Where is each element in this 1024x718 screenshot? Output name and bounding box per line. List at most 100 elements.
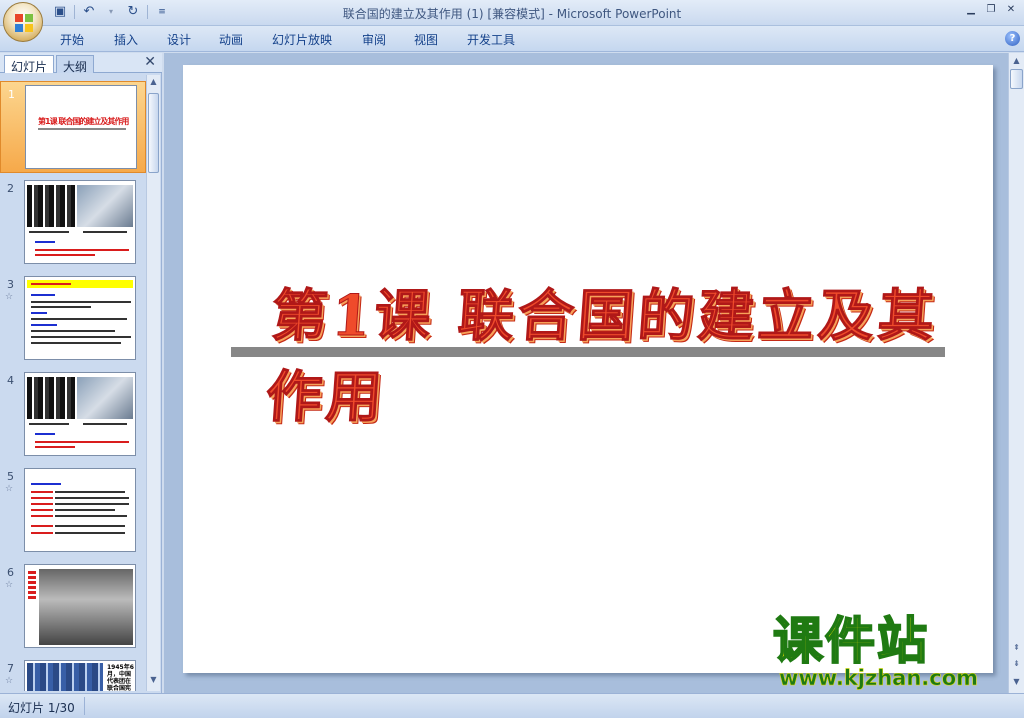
slide-number: 6 xyxy=(7,566,14,579)
office-button[interactable] xyxy=(3,2,43,42)
thumbnail-text-line xyxy=(31,483,61,485)
slide-thumbnail[interactable] xyxy=(24,372,136,456)
tab-review[interactable]: 审阅 xyxy=(362,31,386,48)
scroll-down-icon[interactable]: ▼ xyxy=(1009,675,1024,689)
slide-thumbnail-row[interactable]: 7 ☆ 1945年6月，中国代表团在联合国宪 xyxy=(0,656,146,691)
animation-star-icon: ☆ xyxy=(5,484,14,494)
thumbnail-text-line xyxy=(31,342,121,344)
tab-home[interactable]: 开始 xyxy=(60,31,84,48)
thumbnail-text-line xyxy=(29,423,69,425)
thumbnail-text-line xyxy=(31,283,71,285)
thumbnail-text-line xyxy=(35,249,129,251)
thumbnail-text-line xyxy=(31,515,53,517)
status-bar: 幻灯片 1/30 xyxy=(0,693,1024,718)
tab-insert[interactable]: 插入 xyxy=(114,31,138,48)
thumbnail-text-line xyxy=(35,433,55,435)
slide-thumbnail[interactable]: 第1课 联合国的建立及其作用 xyxy=(25,85,137,169)
thumbnail-text-line xyxy=(31,525,53,527)
thumbnail-text-line xyxy=(31,330,115,332)
thumbnail-text-line xyxy=(29,231,69,233)
thumbnail-text-line xyxy=(55,503,129,505)
tab-outline[interactable]: 大纲 xyxy=(56,55,95,74)
slide-thumbnail[interactable] xyxy=(24,276,136,360)
title-bar: ▣ ↶ ▾ ↻ ≡ 联合国的建立及其作用 (1) [兼容模式] - Micros… xyxy=(0,0,1024,26)
slide-thumbnail[interactable] xyxy=(24,468,136,552)
thumbnail-text-line xyxy=(55,532,125,534)
thumbnail-text-line xyxy=(35,446,75,448)
thumbnail-text-line xyxy=(55,515,127,517)
tab-developer[interactable]: 开发工具 xyxy=(467,31,515,48)
thumbnail-text-line xyxy=(55,497,129,499)
slide-thumbnail-row[interactable]: 6 ☆ xyxy=(0,560,146,652)
thumbnail-photo xyxy=(77,377,133,419)
slide-editor: 第1课 联合国的建立及其作用 xyxy=(164,53,1008,693)
thumbnail-text-line xyxy=(35,254,95,256)
thumbnail-text-line xyxy=(55,509,115,511)
thumbnail-text-line xyxy=(35,241,55,243)
scroll-up-icon[interactable]: ▲ xyxy=(1009,54,1024,68)
slide-thumbnail-row[interactable]: 3 ☆ xyxy=(0,272,146,364)
thumbnail-text-line xyxy=(31,532,53,534)
next-slide-icon[interactable]: ⇟ xyxy=(1009,657,1024,671)
close-icon[interactable]: ✕ xyxy=(144,54,156,70)
thumbnail-text-line xyxy=(83,423,127,425)
thumbnail-text-line xyxy=(31,497,53,499)
status-separator xyxy=(84,697,85,715)
thumbnail-text-line xyxy=(31,312,47,314)
thumbnail-slide-text: 1945年6月，中国代表团在联合国宪 xyxy=(107,664,134,691)
scroll-up-icon[interactable]: ▲ xyxy=(147,77,160,91)
tab-design[interactable]: 设计 xyxy=(167,31,191,48)
tab-animations[interactable]: 动画 xyxy=(219,31,243,48)
watermark-url: www.kjzhan.com xyxy=(779,666,979,691)
thumbnail-text-line xyxy=(55,525,125,527)
ribbon-tab-bar: 开始 插入 设计 动画 幻灯片放映 审阅 视图 开发工具 ? xyxy=(0,26,1024,52)
slide-indicator: 幻灯片 1/30 xyxy=(8,701,75,715)
title-underline-bar xyxy=(231,347,945,357)
editor-scrollbar[interactable]: ▲ ⇞ ⇟ ▼ xyxy=(1008,53,1024,693)
minimize-icon[interactable]: ▁ xyxy=(962,2,980,18)
thumbnail-text-line xyxy=(55,491,125,493)
watermark-name: 课件站 xyxy=(772,611,929,671)
animation-star-icon: ☆ xyxy=(5,580,14,590)
scrollbar-thumb[interactable] xyxy=(148,93,159,173)
help-icon[interactable]: ? xyxy=(1005,31,1020,46)
slide-number: 3 xyxy=(7,278,14,291)
slide-number: 7 xyxy=(7,662,14,675)
watermark-logo: 课件站 www.kjzhan.com xyxy=(772,611,1003,692)
slide-thumbnail[interactable] xyxy=(24,180,136,264)
slide-thumbnail-row[interactable]: 5 ☆ xyxy=(0,464,146,556)
slide-number: 4 xyxy=(7,374,14,387)
slide-thumbnail[interactable] xyxy=(24,564,136,648)
scroll-down-icon[interactable]: ▼ xyxy=(147,675,160,689)
thumbnail-photo xyxy=(77,185,133,227)
thumbnail-scrollbar[interactable]: ▲ ▼ xyxy=(146,75,160,691)
scrollbar-thumb[interactable] xyxy=(1010,69,1023,89)
slide-thumbnail[interactable]: 1945年6月，中国代表团在联合国宪 xyxy=(24,660,136,691)
window-controls: ▁ ❐ ✕ xyxy=(962,2,1020,18)
tab-slideshow[interactable]: 幻灯片放映 xyxy=(272,31,332,48)
thumbnail-text-line xyxy=(31,306,91,308)
thumbnail-text-line xyxy=(31,301,131,303)
thumbnail-text-line xyxy=(31,491,53,493)
window-title: 联合国的建立及其作用 (1) [兼容模式] - Microsoft PowerP… xyxy=(342,7,682,21)
slides-panel: 幻灯片 大纲 ✕ 1 第1课 联合国的建立及其作用 2 3 ☆ 4 5 ☆ 6 … xyxy=(0,53,162,693)
current-slide[interactable]: 第1课 联合国的建立及其作用 xyxy=(183,65,993,673)
thumbnail-photo xyxy=(27,185,75,227)
restore-icon[interactable]: ❐ xyxy=(982,2,1000,18)
thumbnail-photo xyxy=(39,569,133,645)
thumbnail-text-line xyxy=(31,509,53,511)
tab-view[interactable]: 视图 xyxy=(414,31,438,48)
thumbnail-text-line xyxy=(31,336,131,338)
thumbnail-list: 1 第1课 联合国的建立及其作用 2 3 ☆ 4 5 ☆ 6 ☆ 7 ☆ 194… xyxy=(0,75,146,691)
thumbnail-photo xyxy=(27,663,103,691)
slide-thumbnail-row[interactable]: 1 第1课 联合国的建立及其作用 xyxy=(0,81,146,173)
tab-slides[interactable]: 幻灯片 xyxy=(4,55,55,74)
close-icon[interactable]: ✕ xyxy=(1002,2,1020,18)
previous-slide-icon[interactable]: ⇞ xyxy=(1009,641,1024,655)
office-logo-icon xyxy=(15,14,33,32)
slide-thumbnail-row[interactable]: 4 xyxy=(0,368,146,460)
slide-thumbnail-row[interactable]: 2 xyxy=(0,176,146,268)
thumbnail-text-line xyxy=(31,318,127,320)
thumbnail-text-line xyxy=(28,571,36,601)
animation-star-icon: ☆ xyxy=(5,292,14,302)
